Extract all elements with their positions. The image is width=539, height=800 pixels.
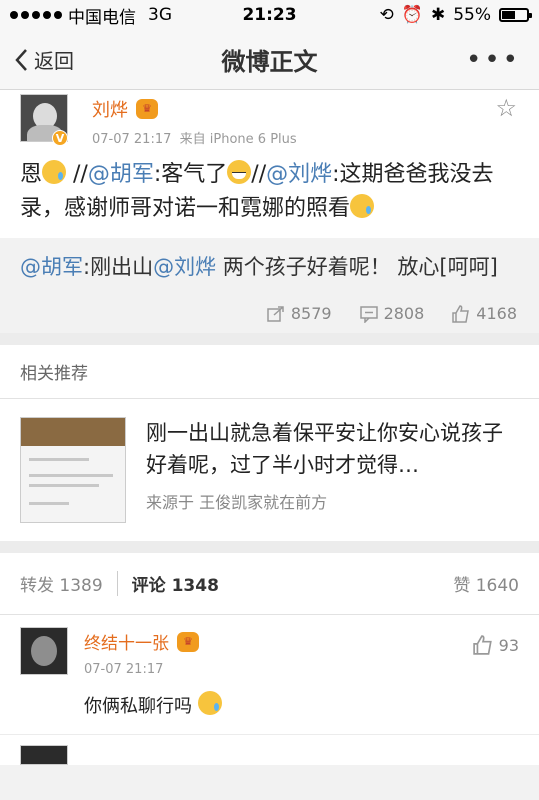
- tab-reposts[interactable]: 转发 1389: [20, 571, 103, 596]
- repost-count: 8579: [290, 304, 332, 323]
- recommend-header: 相关推荐: [0, 345, 539, 399]
- comment-like-count: 93: [498, 635, 519, 655]
- tab-likes[interactable]: 赞 1640: [453, 571, 519, 596]
- recommend-title: 刚一出山就急着保平安让你安心说孩子好着呢，过了半小时才觉得…: [146, 421, 503, 477]
- comment-text: 你俩私聊行吗: [84, 691, 222, 718]
- bluetooth-icon: ✱: [430, 5, 446, 25]
- back-button[interactable]: 返回: [0, 45, 74, 74]
- mention-link[interactable]: @刘烨: [266, 162, 332, 187]
- section-divider: [0, 333, 539, 345]
- interaction-tabs: 转发 1389 评论 1348 赞 1640: [0, 553, 539, 615]
- next-comment-partial: [0, 735, 539, 765]
- battery-percent: 55%: [453, 5, 491, 25]
- member-crown-icon: ♛: [177, 631, 199, 652]
- post-body: 恩 //@胡军:客气了//@刘烨:这期爸爸我没去录，感谢师哥对诺一和霓娜的照看: [0, 148, 539, 238]
- comment-like-button[interactable]: 93: [472, 635, 519, 655]
- nav-bar: 返回 微博正文 •••: [0, 30, 539, 90]
- repost-count-button[interactable]: 8579: [267, 304, 332, 323]
- tab-comments[interactable]: 评论 1348: [116, 571, 219, 596]
- section-divider: [0, 541, 539, 553]
- network-label: 3G: [148, 5, 172, 25]
- battery-icon: [499, 8, 532, 22]
- crying-emoji-icon: [350, 194, 375, 218]
- mention-link[interactable]: @刘烨: [153, 255, 216, 279]
- member-crown-icon: ♛: [136, 99, 158, 119]
- post-text-segment: //: [251, 162, 267, 187]
- page-title: 微博正文: [221, 48, 318, 76]
- verified-badge-icon: V: [52, 130, 68, 146]
- favorite-star-icon[interactable]: ☆: [495, 94, 517, 122]
- recommend-thumbnail: [20, 417, 126, 523]
- comment-count-button[interactable]: 2808: [359, 304, 425, 323]
- author-name[interactable]: 刘烨: [92, 96, 128, 122]
- comment-count: 2808: [383, 304, 425, 323]
- reposted-content[interactable]: @胡军:刚出山@刘烨 两个孩子好着呢！ 放心[呵呵] 8579 2808 416…: [0, 238, 539, 333]
- rotation-lock-icon: ⟲: [379, 5, 394, 25]
- signal-strength-icon: [10, 11, 62, 19]
- commenter-avatar[interactable]: [20, 745, 68, 765]
- comment-text-segment: 你俩私聊行吗: [84, 696, 192, 717]
- status-bar: 中国电信 3G 21:23 ⟲ ⏰ ✱ 55%: [0, 0, 539, 30]
- weibo-post: V 刘烨 ♛ 07-07 21:17 来自 iPhone 6 Plus ☆ 恩 …: [0, 90, 539, 333]
- carrier-label: 中国电信: [68, 7, 136, 28]
- post-source: 来自 iPhone 6 Plus: [179, 132, 297, 147]
- recommend-card[interactable]: 刚一出山就急着保平安让你安心说孩子好着呢，过了半小时才觉得… 来源于 王俊凯家就…: [0, 399, 539, 541]
- share-icon: [267, 305, 284, 322]
- commenter-name[interactable]: 终结十一张: [84, 629, 169, 654]
- mention-link[interactable]: @胡军: [88, 162, 154, 187]
- like-count: 4168: [476, 304, 517, 323]
- commenter-avatar[interactable]: [20, 627, 68, 675]
- like-count-button[interactable]: 4168: [452, 304, 517, 323]
- recommend-source: 来源于 王俊凯家就在前方: [146, 493, 328, 512]
- chevron-left-icon: [15, 48, 27, 71]
- back-label: 返回: [34, 49, 74, 73]
- post-text-segment: :客气了: [153, 162, 228, 187]
- mention-link[interactable]: @胡军: [20, 255, 83, 279]
- comment-item: 终结十一张 ♛ 07-07 21:17 你俩私聊行吗 93: [0, 615, 539, 735]
- grinning-emoji-icon: [227, 160, 252, 184]
- alarm-icon: ⏰: [401, 5, 423, 25]
- comment-icon: [359, 305, 378, 323]
- comment-time: 07-07 21:17: [84, 662, 164, 677]
- crying-emoji-icon: [42, 160, 67, 184]
- repost-text-segment: :刚出山: [83, 255, 154, 279]
- post-text-segment: //: [66, 162, 88, 187]
- repost-text-segment: 两个孩子好着呢！ 放心[呵呵]: [216, 255, 498, 279]
- more-options-button[interactable]: •••: [466, 45, 539, 75]
- post-timestamp: 07-07 21:17: [92, 132, 172, 147]
- sweat-emoji-icon: [197, 691, 222, 715]
- post-text-segment: 恩: [20, 162, 43, 187]
- thumbs-up-icon: [452, 304, 470, 323]
- thumbs-up-icon: [472, 635, 492, 655]
